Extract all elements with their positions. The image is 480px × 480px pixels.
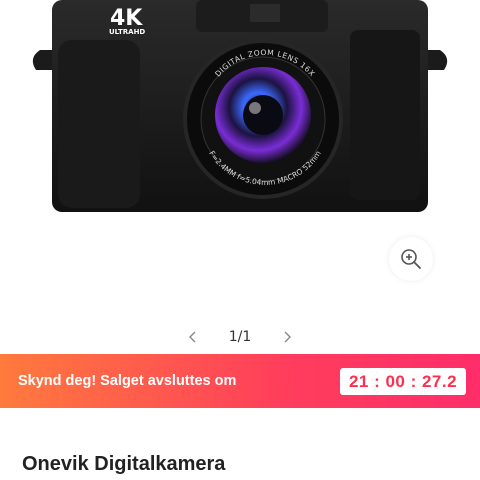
chevron-right-icon — [284, 331, 291, 343]
badge-ultrahd: ULTRAHD — [109, 28, 145, 36]
image-pager: 1/1 — [0, 322, 480, 352]
product-gallery[interactable]: 4K ULTRAHD DIGITAL ZOOM LENS 16X F=2.4MM… — [0, 0, 480, 352]
sale-message: Skynd deg! Salget avsluttes om — [18, 373, 237, 389]
zoom-button[interactable] — [389, 237, 433, 281]
zoom-in-icon — [401, 249, 421, 269]
next-image-button[interactable] — [273, 323, 301, 351]
chevron-left-icon — [189, 331, 196, 343]
previous-image-button[interactable] — [179, 323, 207, 351]
page-indicator: 1/1 — [228, 329, 252, 345]
product-title: Onevik Digitalkamera — [22, 453, 226, 475]
countdown-timer: 21 : 00 : 27.2 — [340, 368, 466, 395]
